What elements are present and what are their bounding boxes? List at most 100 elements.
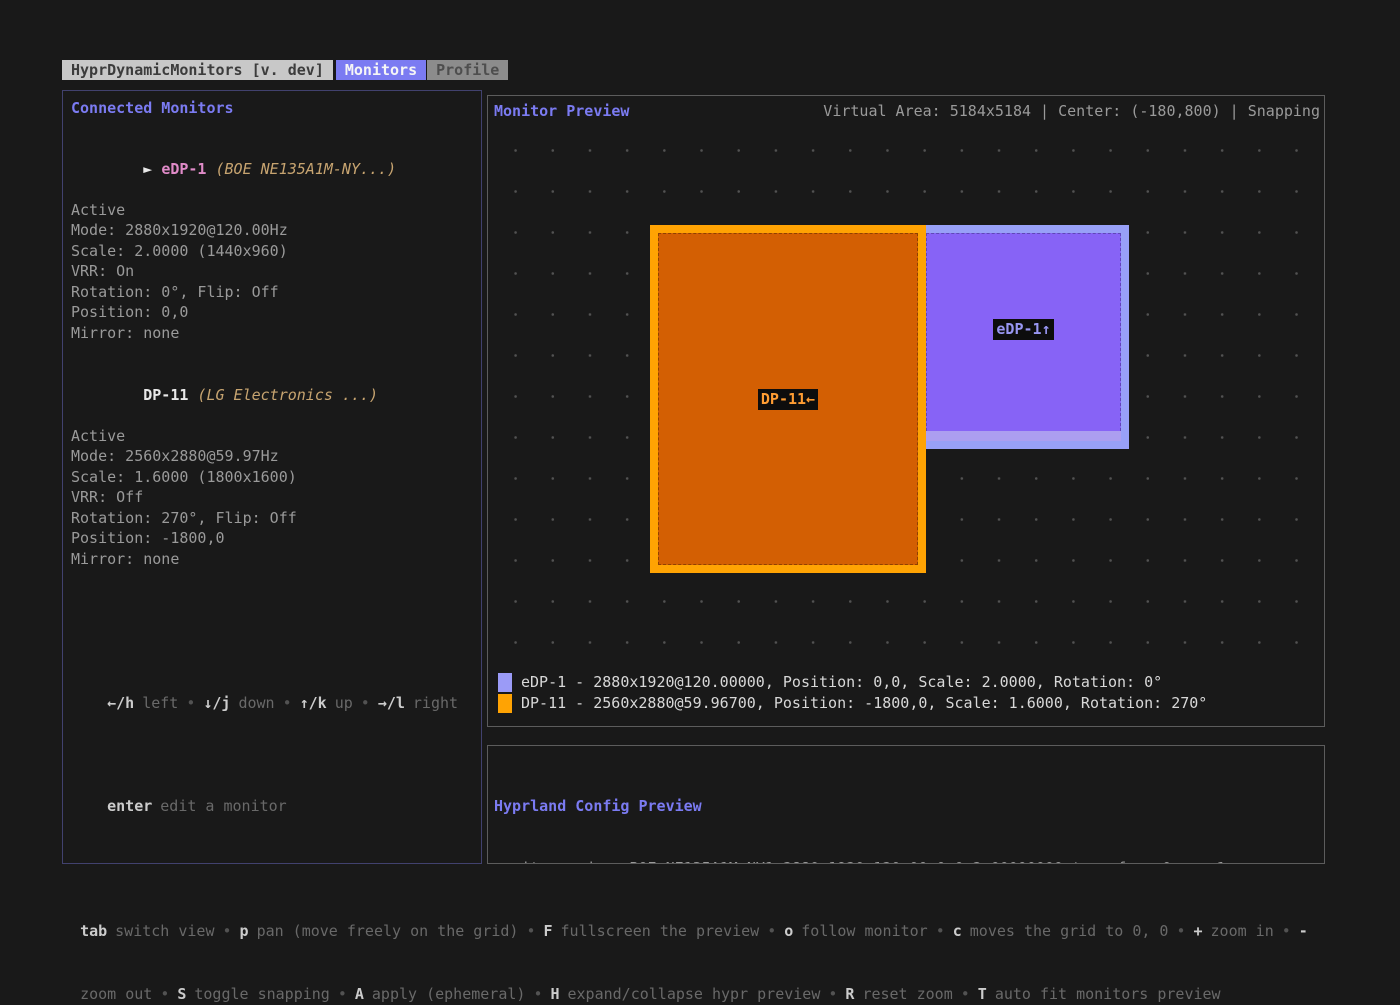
help-segment: zoom in xyxy=(1211,922,1274,940)
preview-header: Monitor Preview Virtual Area: 5184x5184 … xyxy=(494,102,1320,120)
monitor-name: DP-11 xyxy=(143,386,188,404)
help-segment: • xyxy=(160,985,169,1003)
keybind-segment: edit a monitor xyxy=(160,797,286,815)
help-segment: R xyxy=(845,985,854,1003)
monitor-detail-line: VRR: Off xyxy=(71,487,473,508)
monitor-detail-line: Rotation: 270°, Flip: Off xyxy=(71,508,473,529)
config-preview-title: Hyprland Config Preview xyxy=(494,796,1318,817)
selection-arrow-icon: ► xyxy=(143,160,161,178)
keybind-segment: • xyxy=(361,694,370,712)
help-segment: T xyxy=(978,985,987,1003)
connected-monitors-title: Connected Monitors xyxy=(71,99,473,117)
tab-profile[interactable]: Profile xyxy=(427,60,508,80)
legend-row-edp1: eDP-1 - 2880x1920@120.00000, Position: 0… xyxy=(498,672,1207,693)
dp11-label-chip: DP-11← xyxy=(758,389,818,410)
monitor-detail-line: Scale: 1.6000 (1800x1600) xyxy=(71,467,473,488)
help-segment: • xyxy=(961,985,970,1003)
help-segment: • xyxy=(223,922,232,940)
help-segment: • xyxy=(767,922,776,940)
help-segment: zoom out xyxy=(80,985,152,1003)
global-help-bar: tab switch view • p pan (move freely on the … xyxy=(62,879,1347,1005)
help-segment: • xyxy=(1176,922,1185,940)
keybind-segment: →/l xyxy=(378,694,405,712)
help-segment: apply (ephemeral) xyxy=(372,985,526,1003)
help-segment: tab xyxy=(80,922,107,940)
keybind-segment: right xyxy=(413,694,458,712)
monitor-detail-line: Position: 0,0 xyxy=(71,302,473,323)
help-segment: - xyxy=(1299,922,1308,940)
monitor-detail-line: VRR: On xyxy=(71,261,473,282)
help-segment: auto fit monitors preview xyxy=(995,985,1221,1003)
help-segment: F xyxy=(544,922,553,940)
help-segment: expand/collapse hypr preview xyxy=(568,985,821,1003)
help-segment: follow monitor xyxy=(801,922,927,940)
monitor-detail-line: Active xyxy=(71,200,473,221)
edp1-label-chip: eDP-1↑ xyxy=(993,319,1053,340)
keybind-row-enter: enter edit a monitor xyxy=(71,755,473,817)
edp1-color-swatch xyxy=(498,673,512,692)
monitor-details: ActiveMode: 2560x2880@59.97HzScale: 1.60… xyxy=(71,426,473,570)
help-line-1: tab switch view • p pan (move freely on the … xyxy=(62,879,1347,942)
keybind-segment: • xyxy=(186,694,195,712)
help-segment: • xyxy=(526,922,535,940)
help-segment: • xyxy=(936,922,945,940)
monitor-detail-line: Position: -1800,0 xyxy=(71,528,473,549)
help-segment: reset zoom xyxy=(862,985,952,1003)
help-segment: • xyxy=(1282,922,1291,940)
help-segment: H xyxy=(550,985,559,1003)
keybind-segment: ↑/k xyxy=(300,694,327,712)
keybind-segment: left xyxy=(142,694,178,712)
keybind-segment: ←/h xyxy=(107,694,134,712)
help-segment: • xyxy=(533,985,542,1003)
keybind-segment: • xyxy=(283,694,292,712)
help-segment: + xyxy=(1194,922,1203,940)
monitor-detail-line: Mirror: none xyxy=(71,549,473,570)
monitor-detail-line: Rotation: 0°, Flip: Off xyxy=(71,282,473,303)
monitor-description: (BOE NE135A1M-NY...) xyxy=(206,160,396,178)
monitor-detail-line: Mode: 2560x2880@59.97Hz xyxy=(71,446,473,467)
help-segment: moves the grid to 0, 0 xyxy=(970,922,1169,940)
dp11-color-swatch xyxy=(498,694,512,713)
monitor-detail-line: Active xyxy=(71,426,473,447)
monitor-list-item-dp11[interactable]: DP-11 (LG Electronics ...) ActiveMode: 2… xyxy=(71,364,473,569)
help-segment: S xyxy=(177,985,186,1003)
keybind-segment: up xyxy=(335,694,353,712)
config-line-1: monitor = desc:BOE NE135A1M-NY1,2880x192… xyxy=(494,858,1318,865)
preview-status: Virtual Area: 5184x5184 | Center: (-180,… xyxy=(823,102,1320,120)
tab-bar: HyprDynamicMonitors [v. dev] Monitors Pr… xyxy=(62,60,508,80)
help-segment: pan (move freely on the grid) xyxy=(257,922,519,940)
help-segment: A xyxy=(355,985,364,1003)
connected-monitors-panel: Connected Monitors ► eDP-1 (BOE NE135A1M… xyxy=(62,90,482,864)
preview-legend: eDP-1 - 2880x1920@120.00000, Position: 0… xyxy=(498,672,1207,714)
legend-row-dp11: DP-11 - 2560x2880@59.96700, Position: -1… xyxy=(498,693,1207,714)
keybind-segment: enter xyxy=(107,797,152,815)
help-segment: p xyxy=(240,922,249,940)
preview-monitor-edp1[interactable]: eDP-1↑ xyxy=(926,225,1129,449)
edp1-bottom-band xyxy=(926,431,1121,441)
preview-monitor-dp11[interactable]: DP-11← xyxy=(650,225,926,573)
monitor-description: (LG Electronics ...) xyxy=(188,386,378,404)
monitor-detail-line: Mirror: none xyxy=(71,323,473,344)
legend-text: eDP-1 - 2880x1920@120.00000, Position: 0… xyxy=(521,672,1162,693)
help-segment: • xyxy=(338,985,347,1003)
monitor-detail-line: Mode: 2880x1920@120.00Hz xyxy=(71,220,473,241)
legend-text: DP-11 - 2560x2880@59.96700, Position: -1… xyxy=(521,693,1207,714)
keybind-segment: ↓/j xyxy=(203,694,230,712)
monitor-list-item-edp1[interactable]: ► eDP-1 (BOE NE135A1M-NY...) ActiveMode:… xyxy=(71,138,473,343)
left-panel-keybinds: ←/h left • ↓/j down • ↑/k up • →/l right enter edit… xyxy=(71,611,473,857)
monitor-details: ActiveMode: 2880x1920@120.00HzScale: 2.0… xyxy=(71,200,473,344)
help-segment: fullscreen the preview xyxy=(561,922,760,940)
help-segment: • xyxy=(828,985,837,1003)
hyprland-config-panel: Hyprland Config Preview monitor = desc:B… xyxy=(487,745,1325,864)
app-title-tab: HyprDynamicMonitors [v. dev] xyxy=(62,60,333,80)
monitor-preview-panel: Monitor Preview Virtual Area: 5184x5184 … xyxy=(487,95,1325,727)
keybind-row-navigation: ←/h left • ↓/j down • ↑/k up • →/l right xyxy=(71,652,473,714)
help-segment: o xyxy=(784,922,793,940)
help-segment: switch view xyxy=(115,922,214,940)
help-segment: toggle snapping xyxy=(194,985,329,1003)
help-line-2: zoom out • Stoggle snapping • Aapply (epheme… xyxy=(62,942,1347,1005)
tab-monitors[interactable]: Monitors xyxy=(336,60,426,80)
help-segment: c xyxy=(953,922,962,940)
keybind-segment: down xyxy=(238,694,274,712)
monitor-name: eDP-1 xyxy=(161,160,206,178)
